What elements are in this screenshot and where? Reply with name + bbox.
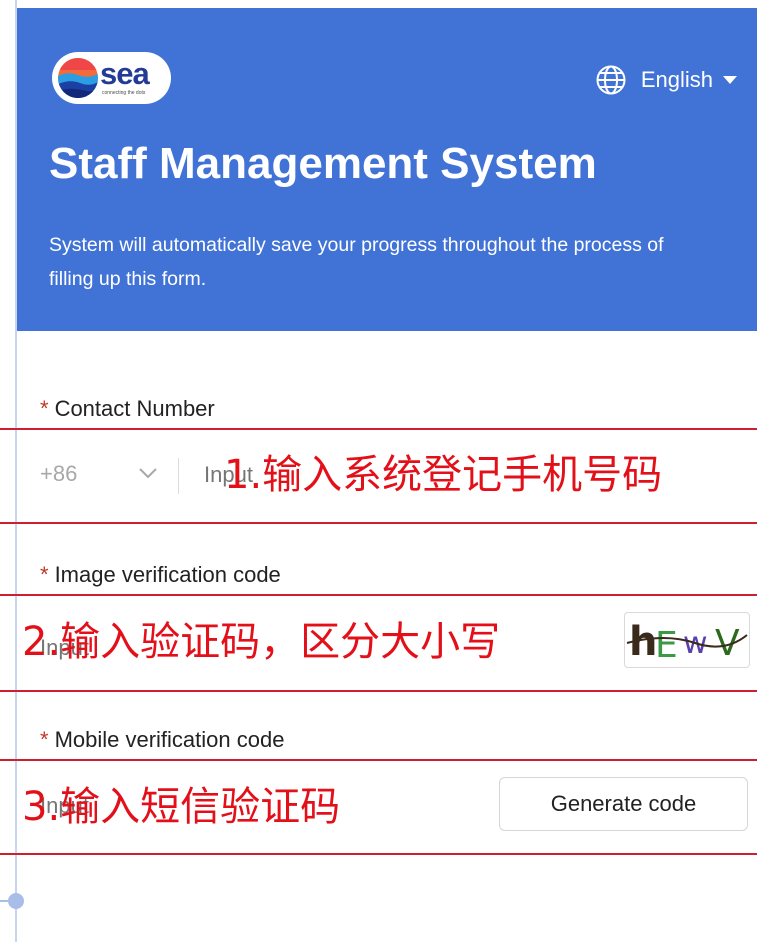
country-code[interactable]: +86 [40,461,77,487]
page-subtitle: System will automatically save your prog… [49,234,664,290]
annotation-line [0,594,757,596]
left-connector-dot [8,893,24,909]
page-title: Staff Management System [49,139,597,188]
page-header: sea connecting the dots English Staff Ma… [17,8,757,331]
language-label: English [640,67,713,92]
required-mark: * [40,562,49,587]
annotation-line [0,690,757,692]
annotation-line [0,853,757,855]
svg-text:V: V [715,623,740,664]
mobile-code-label: * Mobile verification code [40,727,284,753]
image-code-label-text: Image verification code [54,562,281,587]
brand-tagline: connecting the dots [102,90,146,96]
annotation-step-2: 2.输入验证码，区分大小写 [22,619,501,665]
chevron-down-icon[interactable] [138,466,158,480]
required-mark: * [40,396,49,421]
mobile-code-label-text: Mobile verification code [54,727,285,752]
contact-number-label-text: Contact Number [54,396,215,421]
brand-name: sea [100,56,150,91]
language-selector[interactable]: English [595,64,737,96]
annotation-line [0,759,757,761]
annotation-step-1: 1.输入系统登记手机号码 [224,452,663,498]
caret-down-icon [723,76,737,84]
svg-text:E: E [655,625,678,666]
sea-logo: sea connecting the dots [52,52,171,104]
globe-icon [596,65,626,95]
annotation-line [0,522,757,524]
input-divider [178,458,179,494]
annotation-step-3: 3.输入短信验证码 [22,784,341,830]
image-code-label: * Image verification code [40,562,281,588]
required-mark: * [40,727,49,752]
generate-code-button[interactable]: Generate code [499,777,748,831]
contact-number-label: * Contact Number [40,396,215,422]
captcha-image[interactable]: h E w V [624,612,750,668]
captcha-graphic: h E w V [626,619,748,666]
sea-logo-icon [58,58,98,98]
annotation-line [0,428,757,430]
